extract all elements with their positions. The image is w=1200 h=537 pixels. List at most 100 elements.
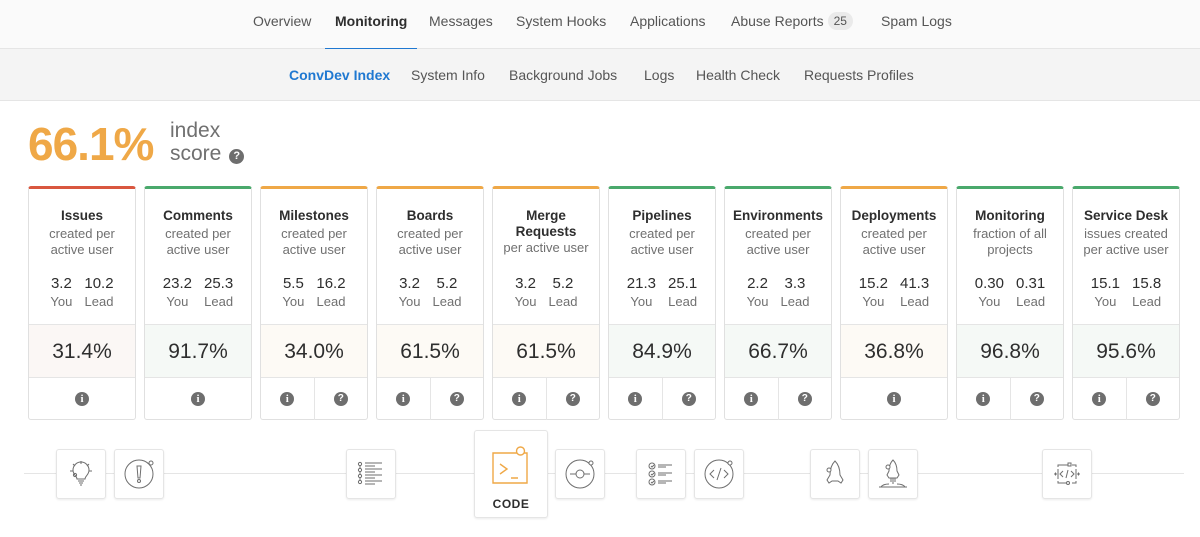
info-circle-icon: i	[396, 392, 411, 406]
card-title: Pipelines	[632, 208, 692, 223]
card-percentage: 96.8%	[957, 324, 1063, 378]
index-score-label-text: score	[170, 142, 222, 165]
tab-messages[interactable]: Messages	[429, 0, 493, 49]
help-button[interactable]: ?	[1009, 378, 1064, 420]
sub-nav: ConvDev Index System Info Background Job…	[0, 49, 1200, 101]
info-button[interactable]: i	[957, 378, 1010, 420]
index-score-value: 66.1%	[28, 118, 154, 170]
info-button[interactable]: i	[145, 378, 251, 420]
tab-applications[interactable]: Applications	[630, 0, 706, 49]
info-button[interactable]: i	[29, 378, 135, 420]
metric-card-environments: Environments created per active user 2.2 Yo…	[724, 186, 832, 420]
card-description: issues created	[1084, 226, 1168, 241]
metric-card-boards: Boards created per active user 3.2 You 5.2 L…	[376, 186, 484, 420]
card-title: Comments	[163, 208, 233, 223]
card-percentage: 84.9%	[609, 324, 715, 378]
card-actions: i?	[1073, 378, 1179, 420]
info-button[interactable]: i	[609, 378, 662, 420]
subtab-convdev-index[interactable]: ConvDev Index	[289, 49, 390, 101]
lead-value: 25.1 Lead	[668, 275, 698, 309]
card-description-2: per active user	[1083, 242, 1169, 257]
card-description: fraction of all	[973, 226, 1047, 241]
stage-idea[interactable]	[56, 449, 106, 499]
subtab-requests-profiles[interactable]: Requests Profiles	[804, 49, 914, 101]
lead-value: 0.31 Lead	[1016, 275, 1046, 309]
stage-code[interactable]: CODE	[474, 430, 548, 518]
abuse-reports-count-badge: 25	[827, 12, 853, 30]
card-description-2: active user	[398, 242, 462, 257]
you-value: 15.1 You	[1090, 275, 1120, 309]
tab-monitoring[interactable]: Monitoring	[324, 0, 418, 50]
stage-feedback[interactable]	[1042, 449, 1092, 499]
info-button[interactable]: i	[725, 378, 778, 420]
terminal-icon	[489, 431, 533, 489]
card-actions: i?	[609, 378, 715, 420]
card-description-2: active user	[166, 242, 230, 257]
card-title: Milestones	[279, 208, 349, 223]
help-button[interactable]: ?	[1125, 378, 1180, 420]
card-description-2: active user	[282, 242, 346, 257]
info-button[interactable]: i	[377, 378, 430, 420]
stage-issue[interactable]	[114, 449, 164, 499]
you-value: 21.3 You	[626, 275, 656, 309]
stage-production[interactable]	[868, 449, 918, 499]
metric-card-monitoring: Monitoring fraction of all projects 0.30 Yo…	[956, 186, 1064, 420]
metric-card-comments: Comments created per active user 23.2 You 2…	[144, 186, 252, 420]
card-percentage: 91.7%	[145, 324, 251, 378]
metric-card-pipelines: Pipelines created per active user 21.3 You …	[608, 186, 716, 420]
tab-system-hooks[interactable]: System Hooks	[516, 0, 606, 49]
you-value: 2.2 You	[746, 275, 769, 309]
card-actions: i?	[493, 378, 599, 420]
top-nav: Overview Monitoring Messages System Hook…	[0, 0, 1200, 50]
you-value: 3.2 You	[398, 275, 421, 309]
card-actions: i	[145, 378, 251, 420]
stage-test[interactable]	[636, 449, 686, 499]
card-description-2: active user	[630, 242, 694, 257]
subtab-background-jobs[interactable]: Background Jobs	[509, 49, 617, 101]
help-button[interactable]: ?	[661, 378, 716, 420]
card-actions: i?	[377, 378, 483, 420]
card-percentage: 61.5%	[377, 324, 483, 378]
card-title: Boards	[406, 208, 454, 223]
info-button[interactable]: i	[261, 378, 314, 420]
index-score-label-2: score ?	[170, 142, 245, 166]
lead-value: 41.3 Lead	[900, 275, 930, 309]
stage-staging[interactable]	[810, 449, 860, 499]
card-description: created per	[281, 226, 347, 241]
help-button[interactable]: ?	[313, 378, 368, 420]
card-percentage: 61.5%	[493, 324, 599, 378]
metric-card-deployments: Deployments created per active user 15.2 Yo…	[840, 186, 948, 420]
subtab-system-info[interactable]: System Info	[411, 49, 485, 101]
subtab-logs[interactable]: Logs	[644, 49, 674, 101]
card-values: 15.2 You 41.3 Lead	[841, 275, 947, 311]
stage-review[interactable]	[694, 449, 744, 499]
stage-plan[interactable]	[346, 449, 396, 499]
help-button[interactable]: ?	[545, 378, 600, 420]
card-title: Issues	[60, 208, 104, 223]
card-actions: i?	[957, 378, 1063, 420]
info-button[interactable]: i	[1073, 378, 1126, 420]
tab-spam-logs[interactable]: Spam Logs	[881, 0, 952, 49]
you-value: 3.2 You	[50, 275, 73, 309]
info-button[interactable]: i	[493, 378, 546, 420]
card-percentage: 66.7%	[725, 324, 831, 378]
question-circle-icon[interactable]: ?	[229, 149, 245, 164]
card-title: Deployments	[851, 208, 937, 223]
tab-label: Spam Logs	[881, 13, 952, 29]
help-button[interactable]: ?	[777, 378, 832, 420]
subtab-health-check[interactable]: Health Check	[696, 49, 780, 101]
you-value: 0.30 You	[974, 275, 1004, 309]
card-percentage: 34.0%	[261, 324, 367, 378]
card-values: 21.3 You 25.1 Lead	[609, 275, 715, 311]
stage-commit[interactable]	[555, 449, 605, 499]
card-actions: i	[841, 378, 947, 420]
lead-value: 5.2 Lead	[432, 275, 462, 309]
tab-label: Messages	[429, 13, 493, 29]
info-button[interactable]: i	[841, 378, 947, 420]
card-actions: i?	[261, 378, 367, 420]
help-button[interactable]: ?	[429, 378, 484, 420]
card-values: 3.2 You 5.2 Lead	[493, 275, 599, 311]
card-description-2: projects	[987, 242, 1033, 257]
tab-overview[interactable]: Overview	[253, 0, 311, 49]
tab-abuse-reports[interactable]: Abuse Reports 25	[731, 0, 853, 49]
